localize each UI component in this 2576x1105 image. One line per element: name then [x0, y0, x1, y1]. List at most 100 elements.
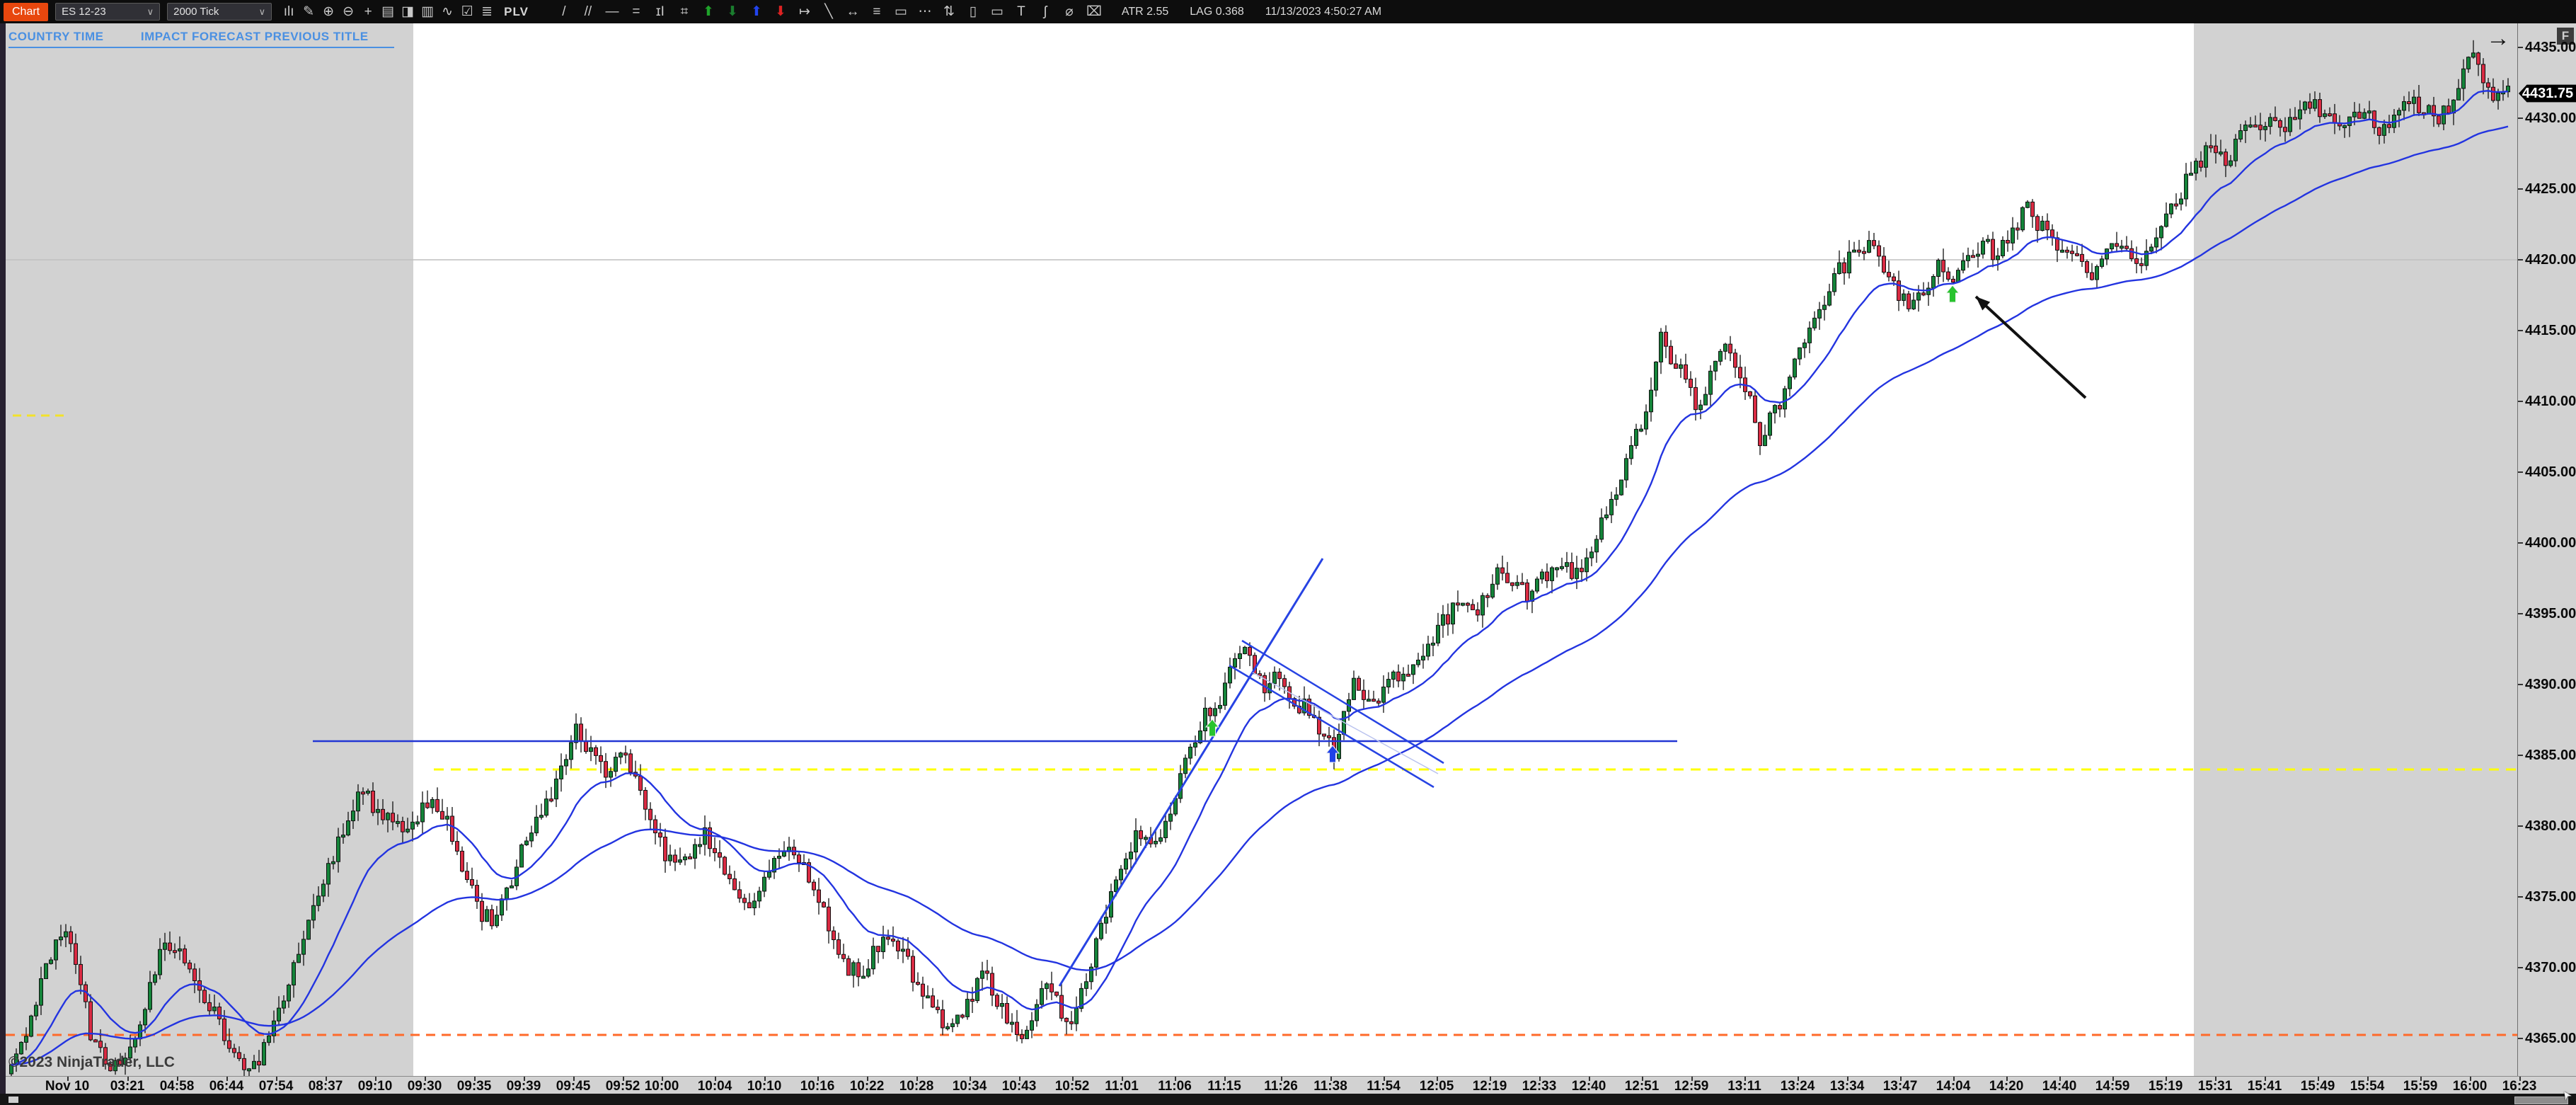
candle-body	[2383, 125, 2386, 136]
chart-window-button[interactable]: Chart	[4, 3, 48, 21]
candle-body	[1897, 281, 1901, 301]
chart-canvas[interactable]	[6, 23, 2517, 1076]
zoom-in-icon[interactable]: ⊕	[321, 0, 335, 23]
candle-body	[1456, 603, 1460, 605]
ascending-trendline[interactable]	[1059, 559, 1323, 986]
scrollbar-left-grip[interactable]	[8, 1097, 18, 1103]
candlestick-chart-icon[interactable]: ılı	[282, 0, 296, 23]
parallel-lines-icon[interactable]: //	[581, 0, 595, 23]
polyline-icon[interactable]: ∿	[440, 0, 454, 23]
candle-body	[1783, 389, 1787, 409]
candle-body	[1600, 518, 1604, 539]
scroll-to-latest-icon[interactable]: →	[2486, 25, 2510, 52]
candle-body	[149, 983, 152, 1009]
candle-body	[2239, 131, 2243, 139]
buy-arrow-green-1[interactable]	[1206, 719, 1219, 736]
candle-body	[1209, 708, 1212, 716]
candle-body	[1382, 687, 1386, 702]
candle-body	[2219, 152, 2223, 154]
updown-arrows-icon[interactable]: ⇅	[942, 0, 956, 23]
text-cursor-icon[interactable]: ɪI	[653, 0, 667, 23]
candle-body	[411, 822, 415, 829]
candle-body	[485, 910, 489, 922]
up-arrow-green-icon[interactable]: ⬆	[701, 0, 715, 23]
hide-drawings-icon[interactable]: ⌀	[1062, 0, 1076, 23]
trash-icon[interactable]: ⌧	[1086, 0, 1102, 23]
price-tick	[2518, 896, 2523, 898]
candle-body	[426, 803, 430, 808]
candle-body	[1828, 292, 1832, 305]
price-tick	[2518, 47, 2523, 48]
time-label-12:33: 12:33	[1522, 1079, 1557, 1094]
zoom-out-icon[interactable]: ⊖	[341, 0, 355, 23]
chart-trader-icon[interactable]: ▥	[420, 0, 435, 23]
stacked-lines-icon[interactable]: ≡	[870, 0, 884, 23]
chart-panel[interactable]: COUNTRY TIME IMPACT FORECAST PREVIOUS TI…	[6, 23, 2517, 1076]
signal-icon[interactable]: ʃ	[1038, 0, 1052, 23]
candle-body	[1546, 572, 1549, 580]
candle-body	[1139, 830, 1143, 838]
time-label-13:47: 13:47	[1883, 1079, 1918, 1094]
candle-body	[1511, 583, 1514, 585]
candle-body	[1729, 344, 1732, 353]
pointer-arrow-line[interactable]	[1976, 297, 2086, 398]
candle-body	[1991, 239, 1995, 260]
candle-body	[743, 898, 747, 903]
horizontal-line-icon[interactable]: —	[605, 0, 619, 23]
ruler-icon[interactable]: ⌗	[677, 0, 691, 23]
pencil-icon[interactable]: ✎	[301, 0, 316, 23]
candle-body	[317, 896, 321, 905]
candle-body	[2046, 221, 2049, 229]
candle-body	[713, 849, 717, 853]
dashed-vrect-icon[interactable]: ▯	[966, 0, 980, 23]
up-arrow-blue-icon[interactable]: ⬆	[749, 0, 764, 23]
candle-body	[2100, 259, 2104, 267]
down-arrow-green-icon[interactable]: ⬇	[725, 0, 740, 23]
candle-body	[1704, 394, 1708, 405]
candle-body	[1754, 396, 1757, 423]
candle-body	[2368, 111, 2371, 113]
candle-body	[981, 971, 984, 979]
time-axis[interactable]: Nov 1003:2104:5806:4407:5408:3709:1009:3…	[6, 1076, 2576, 1094]
list-icon[interactable]: ≣	[480, 0, 494, 23]
buy-arrow-green-2[interactable]	[1946, 285, 1959, 302]
diagonal-line-icon[interactable]: ╲	[822, 0, 836, 23]
time-label-14:59: 14:59	[2095, 1079, 2130, 1094]
checklist-icon[interactable]: ☑	[460, 0, 474, 23]
time-label-09:30: 09:30	[408, 1079, 442, 1094]
candle-body	[40, 979, 43, 1006]
time-label-13:24: 13:24	[1781, 1079, 1815, 1094]
candle-body	[1560, 566, 1564, 568]
plv-label[interactable]: PLV	[504, 5, 529, 19]
crosshair-icon[interactable]: +	[361, 0, 375, 23]
candle-body	[466, 871, 469, 880]
arrow-right-tail-icon[interactable]: ↦	[798, 0, 812, 23]
data-box-icon[interactable]: ▤	[381, 0, 395, 23]
horizontal-arrow-icon[interactable]: ↔	[846, 0, 860, 23]
instrument-selector[interactable]: ES 12-23 ∨	[55, 3, 160, 21]
text-tool-icon[interactable]: T	[1014, 0, 1028, 23]
ellipsis-icon[interactable]: ⋯	[918, 0, 932, 23]
candle-body	[753, 901, 757, 908]
candle-body	[1496, 568, 1500, 584]
candle-body	[1590, 552, 1594, 558]
candle-body	[882, 937, 885, 952]
candle-body	[1189, 747, 1192, 758]
trendline-icon[interactable]: /	[557, 0, 571, 23]
channel-midline[interactable]	[1253, 672, 1438, 774]
candle-body	[401, 821, 405, 832]
candle-body	[902, 949, 905, 951]
dashed-rect-icon[interactable]: ▭	[990, 0, 1004, 23]
candle-body	[570, 743, 573, 760]
price-axis[interactable]: F 4431.75 4435.004430.004425.004420.0044…	[2517, 23, 2576, 1076]
candle-body	[976, 978, 979, 1000]
candle-body	[912, 956, 915, 983]
candle-body	[540, 815, 544, 818]
rectangle-icon[interactable]: ▭	[894, 0, 908, 23]
down-arrow-red-icon[interactable]: ⬇	[774, 0, 788, 23]
panel-icon[interactable]: ◨	[401, 0, 415, 23]
channel-line-upper[interactable]	[1242, 641, 1444, 763]
interval-selector[interactable]: 2000 Tick ∨	[167, 3, 272, 21]
double-line-icon[interactable]: =	[629, 0, 643, 23]
candle-body	[481, 901, 484, 922]
